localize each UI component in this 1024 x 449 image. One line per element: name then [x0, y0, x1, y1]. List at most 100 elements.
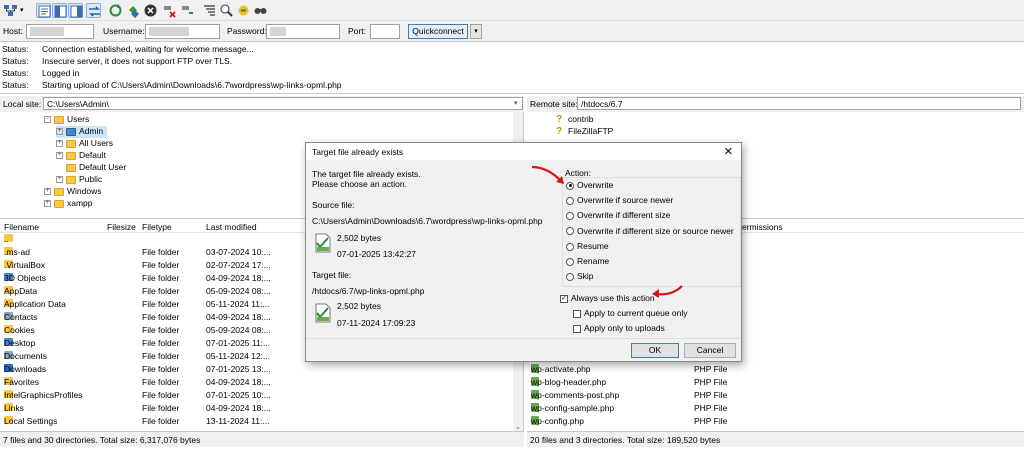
dialog-intro-line2: Please choose an action.	[312, 179, 407, 189]
apply-to-uploads-checkbox[interactable]: Apply only to uploads	[573, 323, 665, 333]
remote-site-bar: Remote site: /htdocs/6.7	[527, 96, 1024, 112]
cancel-button[interactable]: Cancel	[684, 343, 736, 358]
compare-icon[interactable]	[219, 3, 234, 18]
column-filename[interactable]: Filename	[4, 222, 39, 232]
tree-item-filezillaftp[interactable]: ? FileZillaFTP	[556, 126, 613, 138]
quickconnect-button[interactable]: Quickconnect	[408, 24, 468, 39]
file-modified-cell: 05-09-2024 08:...	[206, 286, 271, 296]
file-modified-cell: 05-11-2024 11:...	[206, 299, 270, 309]
radio-icon[interactable]	[566, 272, 574, 281]
search-icon[interactable]	[253, 3, 268, 18]
disconnect-icon[interactable]	[162, 3, 177, 18]
host-input[interactable]	[26, 24, 94, 39]
file-type-cell: File folder	[142, 312, 180, 322]
checkbox-checked-icon[interactable]: ✓	[560, 294, 568, 303]
column-filesize[interactable]: Filesize	[107, 222, 136, 232]
toggle-queue-icon[interactable]	[86, 3, 101, 18]
tree-item-xampp[interactable]: + xampp	[44, 198, 93, 210]
expand-icon[interactable]: +	[56, 140, 63, 148]
sync-browse-icon[interactable]	[236, 3, 251, 18]
site-manager-dropdown-icon[interactable]: ▾	[20, 6, 24, 14]
refresh-icon[interactable]	[108, 3, 123, 18]
checkbox-unchecked-icon[interactable]	[573, 309, 581, 318]
source-file-size: 2,502 bytes	[337, 233, 381, 243]
tree-item-public[interactable]: + Public	[56, 174, 102, 186]
process-queue-icon[interactable]	[126, 3, 141, 18]
action-radio-overwrite-if-source-newer[interactable]: Overwrite if source newer	[566, 195, 673, 205]
action-radio-rename[interactable]: Rename	[566, 256, 609, 266]
tree-item-default[interactable]: + Default	[56, 150, 106, 162]
column-filetype[interactable]: Filetype	[142, 222, 172, 232]
table-row[interactable]: Links File folder 04-09-2024 18:...	[0, 403, 514, 415]
expand-icon[interactable]: +	[56, 128, 63, 136]
checkbox-unchecked-icon[interactable]	[573, 324, 581, 333]
radio-icon[interactable]	[566, 257, 574, 266]
expand-icon[interactable]: +	[56, 176, 63, 184]
local-site-dropdown-icon[interactable]: ▾	[514, 99, 518, 107]
radio-icon[interactable]	[566, 196, 574, 205]
file-type-cell: File folder	[142, 416, 180, 426]
action-radio-overwrite-if-different-size[interactable]: Overwrite if different size	[566, 210, 670, 220]
port-input[interactable]	[370, 24, 400, 39]
table-row[interactable]: wp-config-sample.php PHP File	[527, 403, 1024, 415]
tree-item-admin[interactable]: + Admin	[56, 126, 108, 138]
radio-icon[interactable]	[566, 181, 574, 190]
username-input[interactable]	[145, 24, 220, 39]
toggle-remote-tree-icon[interactable]	[68, 3, 83, 18]
table-row[interactable]: wp-blog-header.php PHP File	[527, 377, 1024, 389]
file-modified-cell: 04-09-2024 18:...	[206, 312, 271, 322]
dialog-intro-line1: The target file already exists.	[312, 169, 421, 179]
table-row[interactable]: Favorites File folder 04-09-2024 18:...	[0, 377, 514, 389]
table-row[interactable]: IntelGraphicsProfiles File folder 07-01-20…	[0, 390, 514, 402]
file-type-cell: PHP File	[694, 364, 728, 374]
quickconnect-bar: Host: Username: Password: Port: Quickcon…	[0, 21, 1024, 42]
table-row[interactable]: Downloads File folder 07-01-2025 13:...	[0, 364, 514, 376]
filter-icon[interactable]	[202, 3, 217, 18]
radio-icon[interactable]	[566, 212, 574, 221]
tree-item-default-user[interactable]: Default User	[66, 162, 126, 174]
folder-icon	[66, 139, 76, 148]
tree-item-windows[interactable]: + Windows	[44, 186, 101, 198]
toggle-local-tree-icon[interactable]	[52, 3, 67, 18]
file-type-cell: File folder	[142, 351, 180, 361]
radio-icon[interactable]	[566, 242, 574, 251]
apply-to-queue-checkbox[interactable]: Apply to current queue only	[573, 308, 687, 318]
column-permissions[interactable]: ermissions	[742, 222, 783, 232]
quickconnect-dropdown-icon[interactable]: ▾	[470, 24, 482, 39]
source-file-path: C:\Users\Admin\Downloads\6.7\wordpress\w…	[312, 216, 543, 226]
scroll-down-icon[interactable]: ⌄	[515, 423, 521, 431]
site-manager-icon[interactable]	[3, 3, 18, 18]
close-icon[interactable]: ✕	[724, 145, 733, 158]
file-type-cell: File folder	[142, 247, 180, 257]
radio-icon[interactable]	[566, 227, 574, 236]
action-radio-skip[interactable]: Skip	[566, 271, 594, 281]
password-input[interactable]	[266, 24, 340, 39]
tree-item-all-users[interactable]: + All Users	[56, 138, 113, 150]
arrow-shaft	[655, 285, 683, 296]
tree-item-contrib[interactable]: ? contrib	[556, 114, 594, 126]
tree-item-users[interactable]: − Users	[44, 114, 89, 126]
file-modified-cell: 03-07-2024 10:...	[206, 247, 271, 257]
file-type-cell: File folder	[142, 338, 180, 348]
annotation-arrow-overwrite	[531, 165, 564, 184]
table-row[interactable]: wp-activate.php PHP File	[527, 364, 1024, 376]
remote-site-path-input[interactable]: /htdocs/6.7	[577, 97, 1021, 110]
expand-icon[interactable]: +	[44, 188, 51, 196]
expand-icon[interactable]: +	[44, 200, 51, 208]
action-radio-overwrite[interactable]: Overwrite	[566, 180, 613, 190]
column-last-modified[interactable]: Last modified	[206, 222, 257, 232]
ok-button[interactable]: OK	[631, 343, 679, 358]
expand-icon[interactable]: +	[56, 152, 63, 160]
local-site-path-input[interactable]: C:\Users\Admin\	[43, 97, 523, 110]
collapse-icon[interactable]: −	[44, 116, 51, 124]
action-radio-resume[interactable]: Resume	[566, 241, 609, 251]
table-row[interactable]: Local Settings File folder 13-11-2024 11:.…	[0, 416, 514, 428]
always-use-action-checkbox[interactable]: ✓ Always use this action	[560, 293, 655, 303]
table-row[interactable]: wp-config.php PHP File	[527, 416, 1024, 428]
cancel-icon[interactable]	[143, 3, 158, 18]
reconnect-icon[interactable]	[180, 3, 195, 18]
action-radio-overwrite-if-different-size-or-source-newer[interactable]: Overwrite if different size or source ne…	[566, 226, 734, 236]
file-type-cell: File folder	[142, 364, 180, 374]
table-row[interactable]: wp-comments-post.php PHP File	[527, 390, 1024, 402]
toggle-log-icon[interactable]	[36, 3, 51, 18]
